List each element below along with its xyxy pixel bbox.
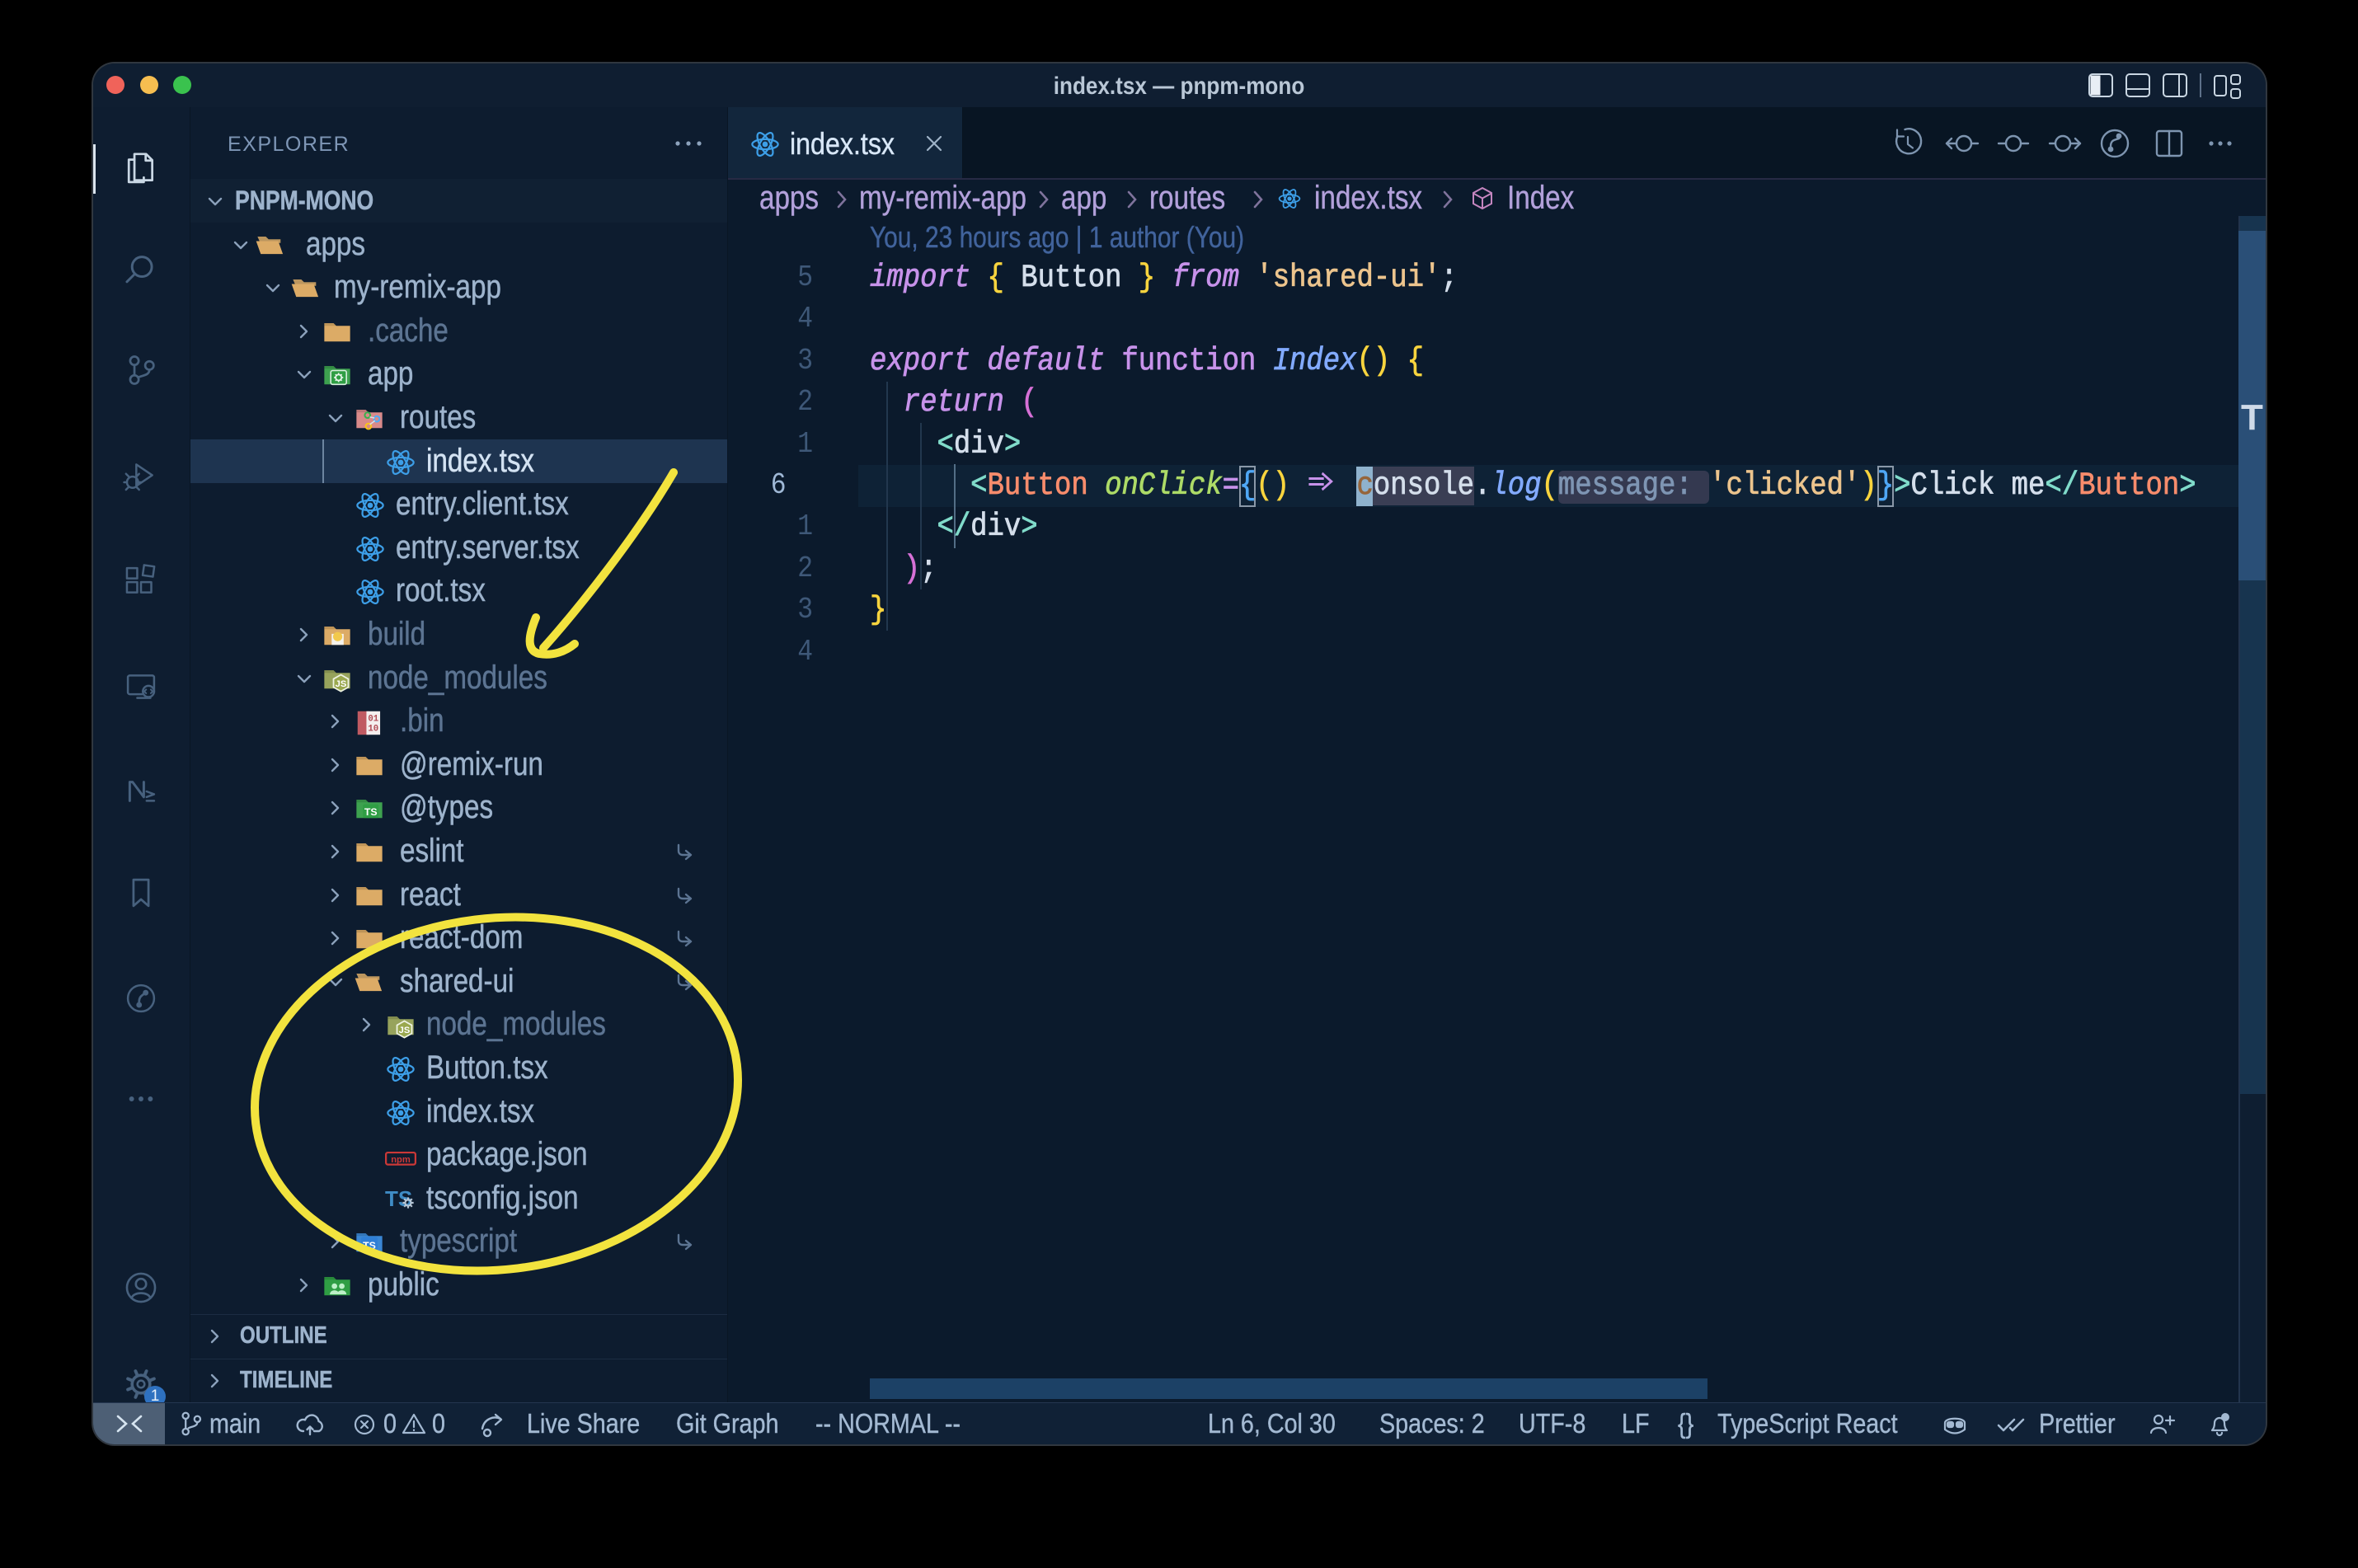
svg-text:TS: TS xyxy=(364,806,378,818)
svg-text:npm: npm xyxy=(391,1155,411,1165)
svg-text:01: 01 xyxy=(368,715,378,725)
svg-text:10: 10 xyxy=(368,725,378,735)
svg-text:TS: TS xyxy=(363,1240,376,1251)
svg-text:JS: JS xyxy=(336,679,347,689)
svg-text:JS: JS xyxy=(399,1026,411,1035)
